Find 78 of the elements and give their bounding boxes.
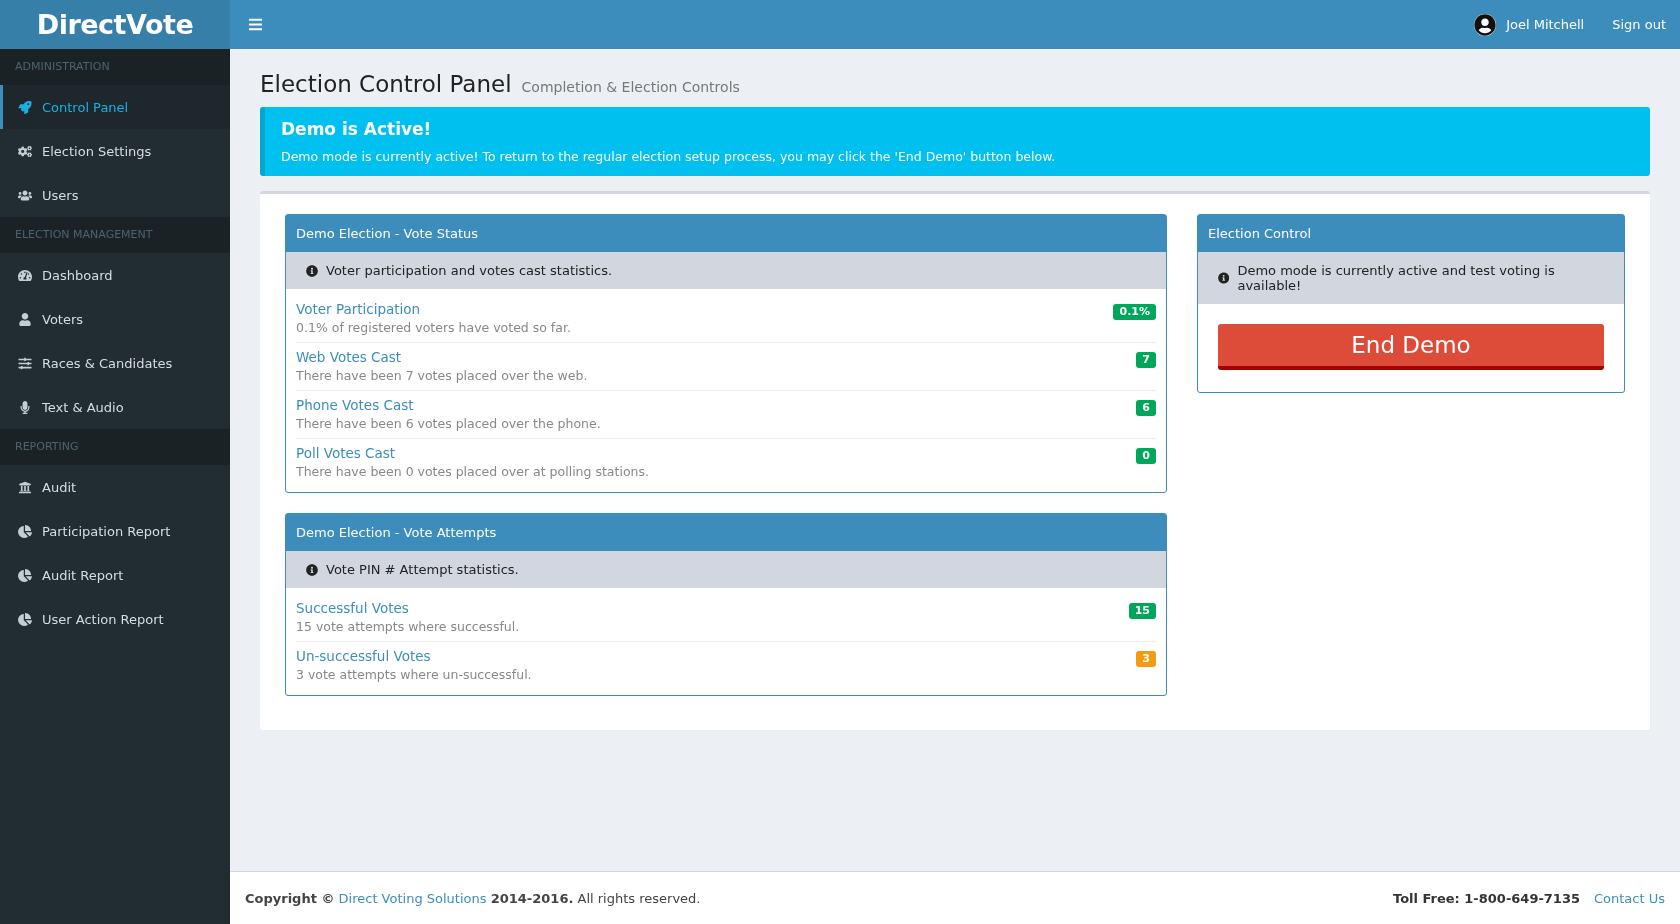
sidebar-item[interactable]: Voters [0, 297, 230, 341]
end-demo-button[interactable]: End Demo [1218, 324, 1604, 370]
info-icon [306, 264, 318, 277]
count-badge: 15 [1128, 603, 1156, 619]
users-icon [18, 188, 32, 202]
count-badge: 0 [1136, 448, 1156, 464]
info-text: Voter participation and votes cast statistics. [326, 263, 613, 278]
info-text: Vote PIN # Attempt statistics. [326, 562, 519, 577]
sidebar-item-label: Participation Report [42, 523, 171, 539]
sidebar-section-title: ADMINISTRATION [0, 49, 230, 85]
sidebar-item[interactable]: Audit Report [0, 553, 230, 597]
info-icon [1218, 272, 1230, 284]
alert-title: Demo is Active! [281, 119, 433, 139]
copyright-text: Copyright © Direct Voting Solutions 2014-2016. All rights reserved. [245, 890, 702, 906]
pie-chart-icon [18, 524, 32, 538]
count-badge: 0.1% [1113, 304, 1156, 320]
microphone-icon [18, 400, 32, 414]
sidebar-item-label: Election Settings [42, 143, 152, 159]
sidebar-item-label: Dashboard [42, 267, 113, 283]
pie-chart-icon [18, 568, 32, 582]
stat-description: 3 vote attempts where un-successful. [296, 667, 532, 682]
stat-description: 15 vote attempts where successful. [296, 619, 520, 634]
gauge-icon [18, 268, 32, 282]
stat-title-link[interactable]: Successful Votes [296, 600, 520, 616]
avatar-icon [1474, 13, 1497, 36]
company-link[interactable]: Direct Voting Solutions [338, 890, 487, 906]
bank-icon [18, 480, 32, 494]
stat-description: There have been 0 votes placed over at polling stations. [296, 464, 649, 479]
count-badge: 7 [1136, 352, 1156, 368]
menu-icon [248, 17, 263, 32]
stat-title-link[interactable]: Voter Participation [296, 301, 571, 317]
stat-title-link[interactable]: Poll Votes Cast [296, 445, 649, 461]
sidebar-item-label: Audit [42, 479, 77, 495]
sidebar-item-label: User Action Report [42, 611, 164, 627]
sidebar-item[interactable]: Election Settings [0, 129, 230, 173]
sidebar-item[interactable]: Races & Candidates [0, 341, 230, 385]
contact-link[interactable]: Contact Us [1594, 890, 1665, 906]
sidebar-item-label: Control Panel [42, 99, 129, 115]
sidebar-item[interactable]: User Action Report [0, 597, 230, 641]
sidebar-item[interactable]: Dashboard [0, 253, 230, 297]
rocket-icon [18, 100, 32, 114]
panel-title: Demo Election - Vote Attempts [286, 514, 1166, 551]
pie-chart-icon [18, 612, 32, 626]
sidebar-item-label: Voters [42, 311, 84, 327]
sidebar-item[interactable]: Audit [0, 465, 230, 509]
sidebar-item-label: Text & Audio [42, 399, 124, 415]
alert-message: Demo mode is currently active! To return to the regular election setup process, you may click the 'End Demo' button below. [281, 149, 1057, 164]
sidebar-item[interactable]: Participation Report [0, 509, 230, 553]
panel-title: Election Control [1198, 215, 1624, 252]
stat-description: There have been 7 votes placed over the web. [296, 368, 588, 383]
page-subtitle: Completion & Election Controls [521, 79, 740, 95]
sign-out-link[interactable]: Sign out [1612, 17, 1666, 32]
info-icon [306, 563, 318, 576]
sidebar-item[interactable]: Text & Audio [0, 385, 230, 429]
gears-icon [18, 144, 32, 158]
user-menu[interactable]: Joel Mitchell [1474, 13, 1585, 36]
sidebar-section-title: REPORTING [0, 429, 230, 465]
sliders-icon [18, 356, 32, 370]
user-name: Joel Mitchell [1506, 17, 1585, 32]
user-icon [18, 312, 32, 326]
info-text: Demo mode is currently active and test voting is available! [1237, 263, 1556, 293]
stat-description: There have been 6 votes placed over the phone. [296, 416, 601, 431]
sidebar-item[interactable]: Users [0, 173, 230, 217]
sidebar-item[interactable]: Control Panel [0, 85, 230, 129]
panel-title: Demo Election - Vote Status [286, 215, 1166, 252]
sidebar-item-label: Audit Report [42, 567, 124, 583]
page-title: Election Control Panel [260, 71, 512, 97]
stat-title-link[interactable]: Un-successful Votes [296, 648, 532, 664]
logo[interactable]: DirectVote [36, 9, 194, 40]
stat-description: 0.1% of registered voters have voted so far. [296, 320, 571, 335]
sidebar-item-label: Races & Candidates [42, 355, 173, 371]
stat-title-link[interactable]: Phone Votes Cast [296, 397, 601, 413]
toll-free-number: Toll Free: 1-800-649-7135 [1393, 890, 1580, 906]
sidebar-section-title: ELECTION MANAGEMENT [0, 217, 230, 253]
stat-title-link[interactable]: Web Votes Cast [296, 349, 588, 365]
count-badge: 6 [1136, 400, 1156, 416]
count-badge: 3 [1136, 651, 1156, 667]
sidebar-item-label: Users [42, 187, 79, 203]
